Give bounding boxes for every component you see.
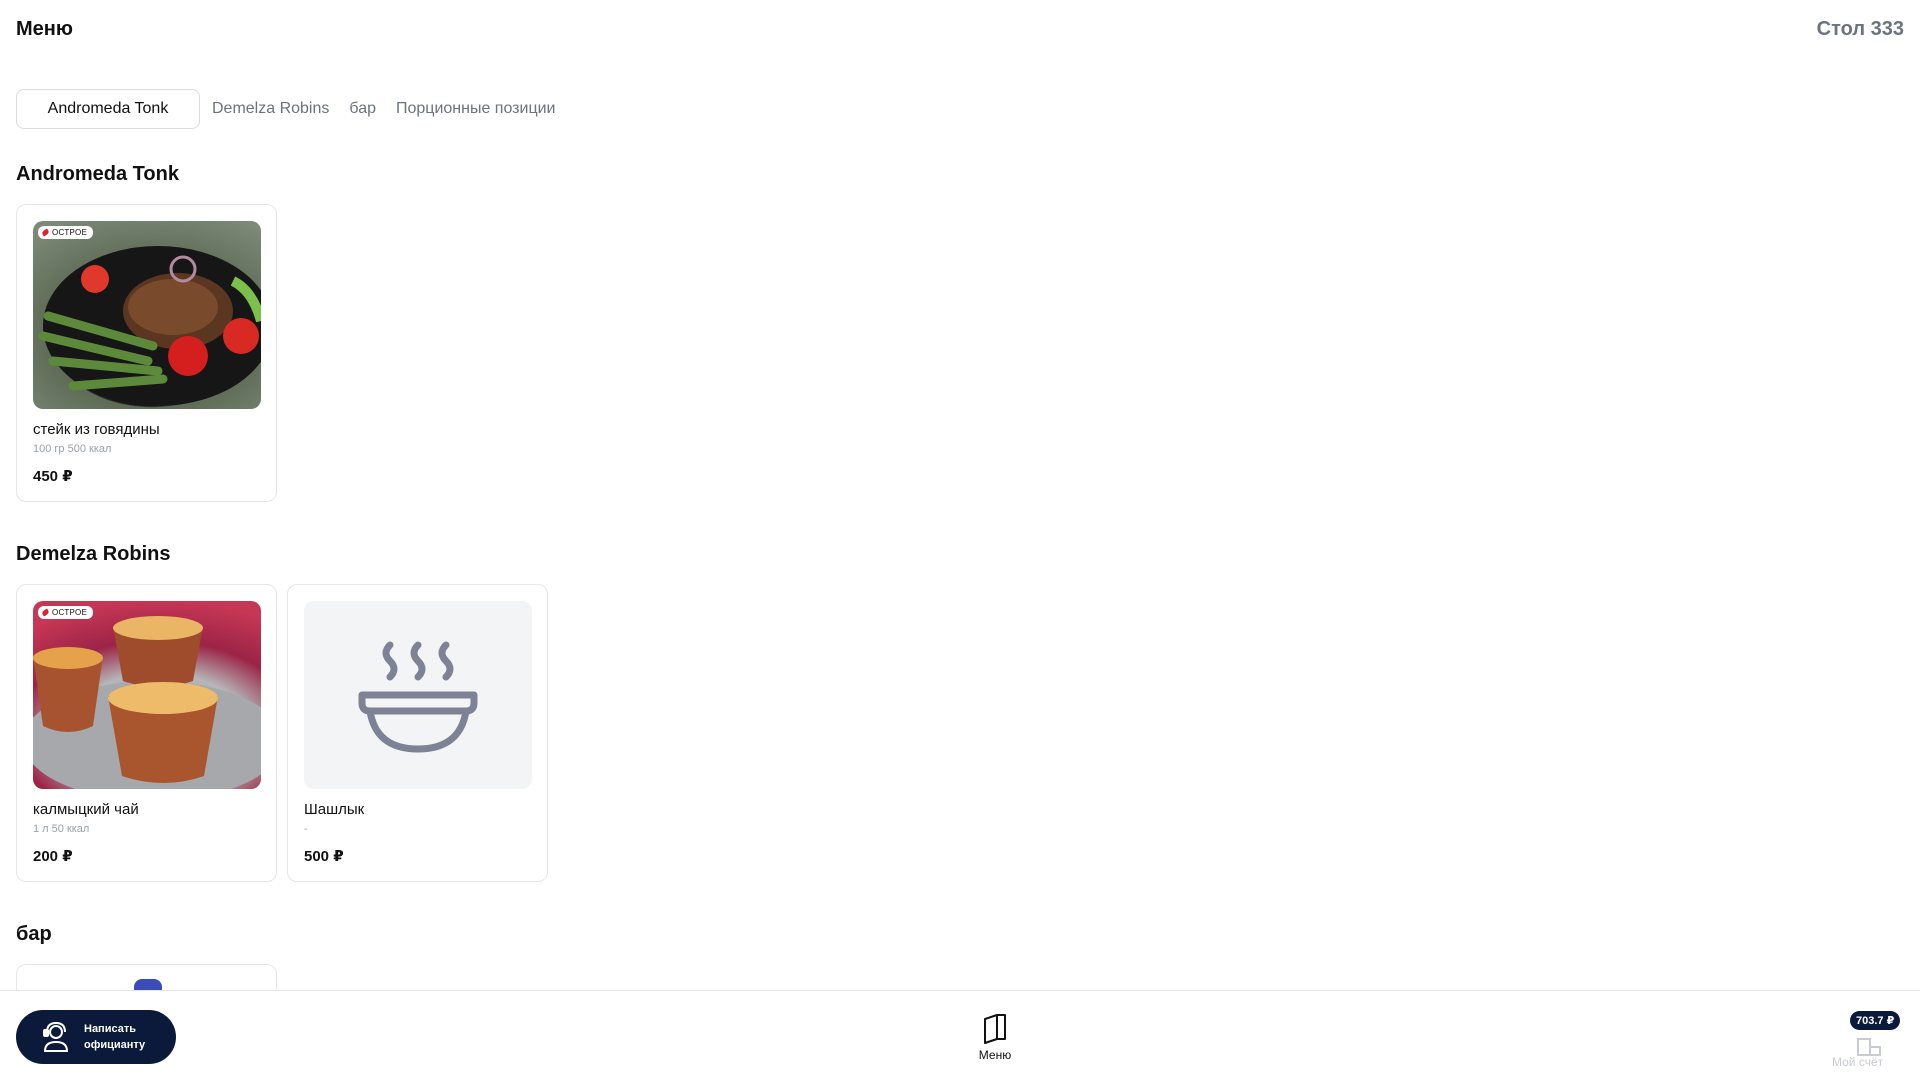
section-title: Demelza Robins bbox=[16, 542, 171, 565]
tab-andromeda-tonk[interactable]: Andromeda Tonk bbox=[16, 89, 200, 129]
dish-price: 450 ₽ bbox=[33, 468, 73, 485]
bowl-placeholder-icon bbox=[358, 641, 478, 753]
waiter-icon bbox=[43, 1021, 69, 1052]
chili-icon bbox=[41, 608, 50, 617]
top-bar: Меню Стол 333 bbox=[16, 14, 1904, 44]
call-waiter-label: Написать официанту bbox=[84, 1023, 146, 1051]
section-title: Andromeda Tonk bbox=[16, 162, 179, 185]
table-number: Стол 333 bbox=[1816, 17, 1904, 40]
menu-item-card[interactable]: Шашлык - 500 ₽ bbox=[287, 584, 548, 882]
category-tabs: Andromeda Tonk Demelza Robins бар Порцио… bbox=[16, 89, 566, 129]
menu-item-card[interactable]: ОСТРОЕ калмыцкий чай 1 л 50 ккал 200 ₽ bbox=[16, 584, 277, 882]
menu-item-card[interactable]: ОСТРОЕ стейк из говядины 100 гр 500 ккал… bbox=[16, 204, 277, 502]
spicy-badge: ОСТРОЕ bbox=[38, 606, 94, 619]
dish-meta: 1 л 50 ккал bbox=[33, 823, 90, 835]
dish-meta: 100 гр 500 ккал bbox=[33, 443, 112, 455]
dish-price: 200 ₽ bbox=[33, 848, 73, 865]
section-andromeda-tonk: Andromeda Tonk ОСТРОЕ стейк из говядины … bbox=[16, 159, 277, 502]
menu-book-icon bbox=[984, 1014, 1006, 1044]
bill-icon bbox=[1857, 1038, 1881, 1056]
tab-portion-items[interactable]: Порционные позиции bbox=[386, 89, 566, 129]
tea-illustration bbox=[33, 616, 261, 789]
page-title: Меню bbox=[16, 17, 73, 40]
tab-bar[interactable]: бар bbox=[339, 89, 386, 129]
chili-icon bbox=[41, 228, 50, 237]
section-title: бар bbox=[16, 922, 52, 945]
dish-name: калмыцкий чай bbox=[33, 801, 139, 818]
dish-name: Шашлык bbox=[304, 801, 365, 818]
dish-photo-placeholder bbox=[304, 601, 532, 789]
dish-name: стейк из говядины bbox=[33, 421, 160, 438]
bottom-navigation: Написать официанту Меню 703.7 ₽ Мой счёт bbox=[0, 990, 1920, 1080]
call-waiter-button[interactable]: Написать официанту bbox=[16, 1010, 176, 1064]
dish-photo: ОСТРОЕ bbox=[33, 221, 261, 409]
nav-menu[interactable]: Меню bbox=[972, 1013, 1018, 1062]
dish-price: 500 ₽ bbox=[304, 848, 344, 865]
dish-photo: ОСТРОЕ bbox=[33, 601, 261, 789]
dish-meta: - bbox=[304, 823, 308, 835]
nav-my-bill[interactable]: 703.7 ₽ Мой счёт bbox=[1826, 1011, 1906, 1071]
section-demelza-robins: Demelza Robins ОСТРОЕ калмыцкий чай 1 л … bbox=[16, 539, 548, 882]
tab-demelza-robins[interactable]: Demelza Robins bbox=[202, 89, 339, 129]
steak-illustration bbox=[38, 246, 261, 406]
bill-amount-badge: 703.7 ₽ bbox=[1850, 1011, 1901, 1030]
spicy-badge: ОСТРОЕ bbox=[38, 226, 94, 239]
